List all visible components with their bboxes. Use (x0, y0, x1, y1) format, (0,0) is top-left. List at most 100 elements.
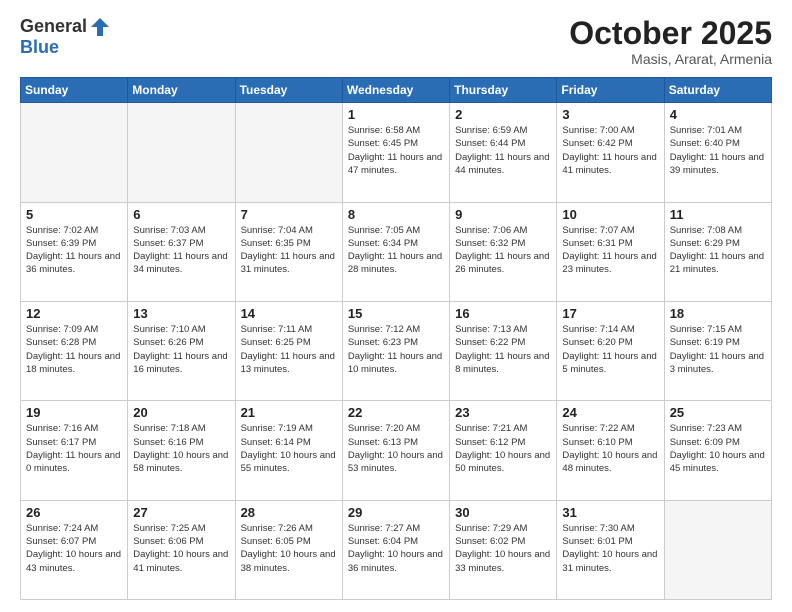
day-cell: 21Sunrise: 7:19 AM Sunset: 6:14 PM Dayli… (235, 401, 342, 500)
calendar-title: October 2025 (569, 16, 772, 51)
day-cell: 1 Sunrise: 6:58 AM Sunset: 6:45 PM Daylig… (342, 103, 449, 202)
day-number: 4 (670, 107, 766, 122)
day-number: 1 (348, 107, 444, 122)
col-header-wednesday: Wednesday (342, 78, 449, 103)
col-header-monday: Monday (128, 78, 235, 103)
day-number: 5 (26, 207, 122, 222)
day-number: 23 (455, 405, 551, 420)
day-number: 12 (26, 306, 122, 321)
day-info: Sunrise: 7:01 AM Sunset: 6:40 PM Dayligh… (670, 124, 766, 177)
day-info: Sunrise: 7:25 AM Sunset: 6:06 PM Dayligh… (133, 522, 229, 575)
logo: General Blue (20, 16, 111, 58)
calendar-subtitle: Masis, Ararat, Armenia (569, 51, 772, 67)
day-cell: 18 Sunrise: 7:15 AM Sunset: 6:19 PM Dayli… (664, 301, 771, 400)
day-info: Sunrise: 6:59 AM Sunset: 6:44 PM Dayligh… (455, 124, 551, 177)
day-info: Sunrise: 7:13 AM Sunset: 6:22 PM Dayligh… (455, 323, 551, 376)
day-number: 26 (26, 505, 122, 520)
col-header-sunday: Sunday (21, 78, 128, 103)
day-info: Sunrise: 7:09 AM Sunset: 6:28 PM Dayligh… (26, 323, 122, 376)
day-info: Sunrise: 7:22 AM Sunset: 6:10 PM Dayligh… (562, 422, 658, 475)
day-info: Sunrise: 7:06 AM Sunset: 6:32 PM Dayligh… (455, 224, 551, 277)
day-number: 30 (455, 505, 551, 520)
day-info: Sunrise: 7:16 AM Sunset: 6:17 PM Dayligh… (26, 422, 122, 475)
day-cell: 30 Sunrise: 7:29 AM Sunset: 6:02 PM Dayli… (450, 500, 557, 599)
day-cell (128, 103, 235, 202)
day-info: Sunrise: 7:18 AM Sunset: 6:16 PM Dayligh… (133, 422, 229, 475)
day-number: 27 (133, 505, 229, 520)
day-cell: 16 Sunrise: 7:13 AM Sunset: 6:22 PM Dayli… (450, 301, 557, 400)
day-number: 17 (562, 306, 658, 321)
logo-icon (89, 16, 111, 38)
col-header-thursday: Thursday (450, 78, 557, 103)
day-cell: 4 Sunrise: 7:01 AM Sunset: 6:40 PM Daylig… (664, 103, 771, 202)
day-number: 18 (670, 306, 766, 321)
day-number: 13 (133, 306, 229, 321)
day-cell: 9 Sunrise: 7:06 AM Sunset: 6:32 PM Daylig… (450, 202, 557, 301)
day-cell: 31 Sunrise: 7:30 AM Sunset: 6:01 PM Dayli… (557, 500, 664, 599)
day-number: 11 (670, 207, 766, 222)
day-cell: 17 Sunrise: 7:14 AM Sunset: 6:20 PM Dayli… (557, 301, 664, 400)
col-header-friday: Friday (557, 78, 664, 103)
day-cell: 12 Sunrise: 7:09 AM Sunset: 6:28 PM Dayli… (21, 301, 128, 400)
day-info: Sunrise: 7:12 AM Sunset: 6:23 PM Dayligh… (348, 323, 444, 376)
week-row-3: 12 Sunrise: 7:09 AM Sunset: 6:28 PM Dayli… (21, 301, 772, 400)
day-info: Sunrise: 7:14 AM Sunset: 6:20 PM Dayligh… (562, 323, 658, 376)
day-info: Sunrise: 7:24 AM Sunset: 6:07 PM Dayligh… (26, 522, 122, 575)
day-number: 2 (455, 107, 551, 122)
calendar-header-row: SundayMondayTuesdayWednesdayThursdayFrid… (21, 78, 772, 103)
day-number: 31 (562, 505, 658, 520)
day-cell: 27 Sunrise: 7:25 AM Sunset: 6:06 PM Dayli… (128, 500, 235, 599)
day-cell: 11 Sunrise: 7:08 AM Sunset: 6:29 PM Dayli… (664, 202, 771, 301)
day-info: Sunrise: 7:00 AM Sunset: 6:42 PM Dayligh… (562, 124, 658, 177)
day-info: Sunrise: 6:58 AM Sunset: 6:45 PM Dayligh… (348, 124, 444, 177)
day-number: 16 (455, 306, 551, 321)
day-cell: 24Sunrise: 7:22 AM Sunset: 6:10 PM Dayli… (557, 401, 664, 500)
day-cell: 29 Sunrise: 7:27 AM Sunset: 6:04 PM Dayli… (342, 500, 449, 599)
day-cell: 19Sunrise: 7:16 AM Sunset: 6:17 PM Dayli… (21, 401, 128, 500)
day-info: Sunrise: 7:20 AM Sunset: 6:13 PM Dayligh… (348, 422, 444, 475)
day-info: Sunrise: 7:19 AM Sunset: 6:14 PM Dayligh… (241, 422, 337, 475)
day-number: 15 (348, 306, 444, 321)
day-cell (664, 500, 771, 599)
day-cell: 26 Sunrise: 7:24 AM Sunset: 6:07 PM Dayli… (21, 500, 128, 599)
day-cell: 28Sunrise: 7:26 AM Sunset: 6:05 PM Dayli… (235, 500, 342, 599)
day-info: Sunrise: 7:23 AM Sunset: 6:09 PM Dayligh… (670, 422, 766, 475)
day-cell: 14Sunrise: 7:11 AM Sunset: 6:25 PM Dayli… (235, 301, 342, 400)
day-cell: 2 Sunrise: 6:59 AM Sunset: 6:44 PM Daylig… (450, 103, 557, 202)
day-number: 7 (241, 207, 337, 222)
day-info: Sunrise: 7:29 AM Sunset: 6:02 PM Dayligh… (455, 522, 551, 575)
day-number: 10 (562, 207, 658, 222)
day-number: 6 (133, 207, 229, 222)
day-cell (21, 103, 128, 202)
day-cell: 20 Sunrise: 7:18 AM Sunset: 6:16 PM Dayli… (128, 401, 235, 500)
day-info: Sunrise: 7:27 AM Sunset: 6:04 PM Dayligh… (348, 522, 444, 575)
day-cell: 15 Sunrise: 7:12 AM Sunset: 6:23 PM Dayli… (342, 301, 449, 400)
title-block: October 2025 Masis, Ararat, Armenia (569, 16, 772, 67)
day-cell: 8Sunrise: 7:05 AM Sunset: 6:34 PM Daylig… (342, 202, 449, 301)
day-number: 9 (455, 207, 551, 222)
day-number: 29 (348, 505, 444, 520)
day-number: 8 (348, 207, 444, 222)
day-cell: 7 Sunrise: 7:04 AM Sunset: 6:35 PM Daylig… (235, 202, 342, 301)
day-cell: 5 Sunrise: 7:02 AM Sunset: 6:39 PM Daylig… (21, 202, 128, 301)
week-row-2: 5 Sunrise: 7:02 AM Sunset: 6:39 PM Daylig… (21, 202, 772, 301)
week-row-1: 1 Sunrise: 6:58 AM Sunset: 6:45 PM Daylig… (21, 103, 772, 202)
day-info: Sunrise: 7:08 AM Sunset: 6:29 PM Dayligh… (670, 224, 766, 277)
day-info: Sunrise: 7:21 AM Sunset: 6:12 PM Dayligh… (455, 422, 551, 475)
day-number: 22 (348, 405, 444, 420)
week-row-5: 26 Sunrise: 7:24 AM Sunset: 6:07 PM Dayli… (21, 500, 772, 599)
week-row-4: 19Sunrise: 7:16 AM Sunset: 6:17 PM Dayli… (21, 401, 772, 500)
day-cell: 23 Sunrise: 7:21 AM Sunset: 6:12 PM Dayli… (450, 401, 557, 500)
header: General Blue October 2025 Masis, Ararat,… (20, 16, 772, 67)
day-info: Sunrise: 7:15 AM Sunset: 6:19 PM Dayligh… (670, 323, 766, 376)
day-info: Sunrise: 7:30 AM Sunset: 6:01 PM Dayligh… (562, 522, 658, 575)
day-info: Sunrise: 7:04 AM Sunset: 6:35 PM Dayligh… (241, 224, 337, 277)
day-number: 20 (133, 405, 229, 420)
logo-general-text: General (20, 17, 87, 37)
day-number: 25 (670, 405, 766, 420)
day-cell: 13Sunrise: 7:10 AM Sunset: 6:26 PM Dayli… (128, 301, 235, 400)
day-info: Sunrise: 7:02 AM Sunset: 6:39 PM Dayligh… (26, 224, 122, 277)
day-cell: 10Sunrise: 7:07 AM Sunset: 6:31 PM Dayli… (557, 202, 664, 301)
calendar-table: SundayMondayTuesdayWednesdayThursdayFrid… (20, 77, 772, 600)
day-info: Sunrise: 7:11 AM Sunset: 6:25 PM Dayligh… (241, 323, 337, 376)
